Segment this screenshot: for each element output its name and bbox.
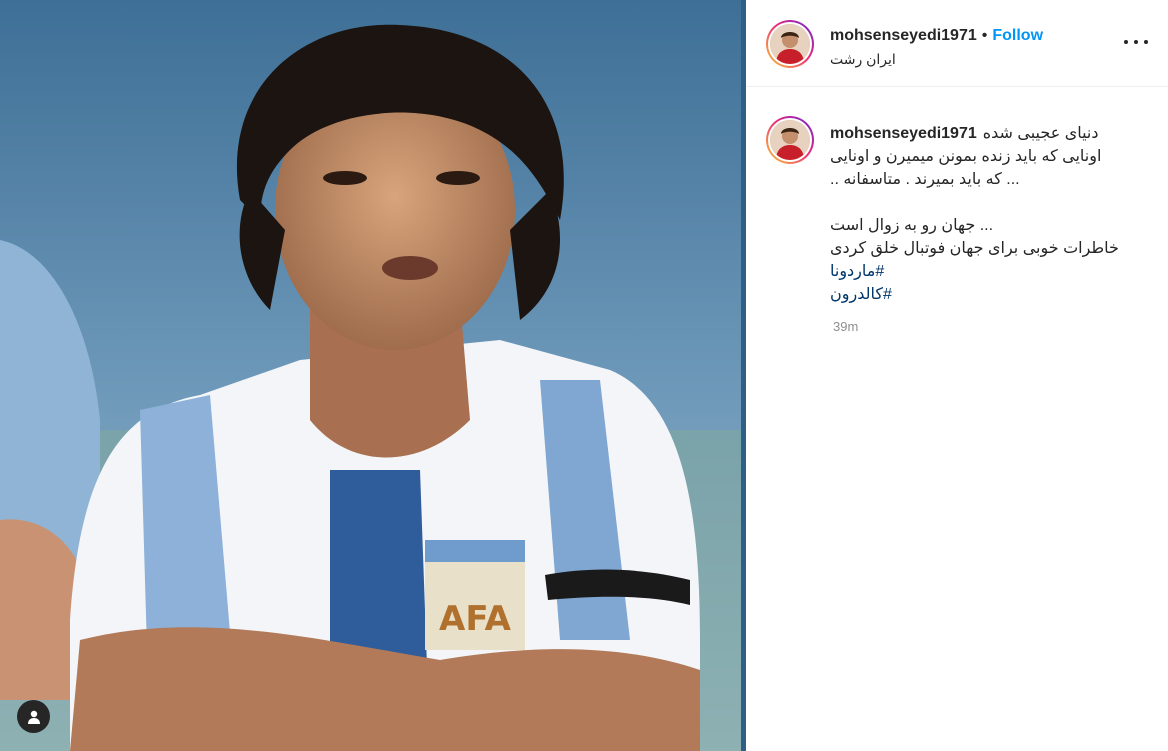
follow-button[interactable]: Follow	[992, 27, 1043, 45]
svg-text:AFA: AFA	[439, 599, 512, 639]
caption-username[interactable]: mohsenseyedi1971	[830, 122, 977, 145]
post-timestamp[interactable]: 39m	[833, 319, 858, 334]
more-horizontal-icon	[1124, 40, 1128, 44]
user-tags-button[interactable]	[17, 700, 50, 733]
post-header: mohsenseyedi1971 • Follow ایران رشت	[746, 0, 1168, 87]
post-side-panel: mohsenseyedi1971 • Follow ایران رشت mohs…	[746, 0, 1168, 751]
author-avatar[interactable]	[766, 20, 814, 68]
author-username[interactable]: mohsenseyedi1971	[830, 27, 977, 45]
user-tag-icon	[27, 710, 40, 724]
post-photo: AFA	[0, 0, 746, 751]
separator-dot: •	[981, 27, 988, 44]
hashtag-link[interactable]: #کالدرون	[830, 283, 1140, 306]
post-image[interactable]: AFA	[0, 0, 746, 751]
post-location[interactable]: ایران رشت	[830, 51, 896, 68]
caption-text-line: ... جهان رو به زوال است	[830, 217, 994, 234]
caption-text-line: اونایی که باید زنده بمونن میمیرن و اونای…	[830, 148, 1102, 165]
hashtag-link[interactable]: #ماردونا	[830, 260, 1140, 283]
avatar-photo	[770, 24, 810, 64]
caption-text-line: ... که باید بمیرند . متاسفانه ..	[830, 171, 1020, 188]
more-options-button[interactable]	[1124, 36, 1148, 48]
avatar-photo	[770, 120, 810, 160]
caption-author-avatar[interactable]	[766, 116, 814, 164]
caption-text-line: دنیای عجیبی شده	[982, 125, 1099, 142]
caption-text-line: خاطرات خوبی برای جهان فوتبال خلق کردی	[830, 240, 1119, 257]
